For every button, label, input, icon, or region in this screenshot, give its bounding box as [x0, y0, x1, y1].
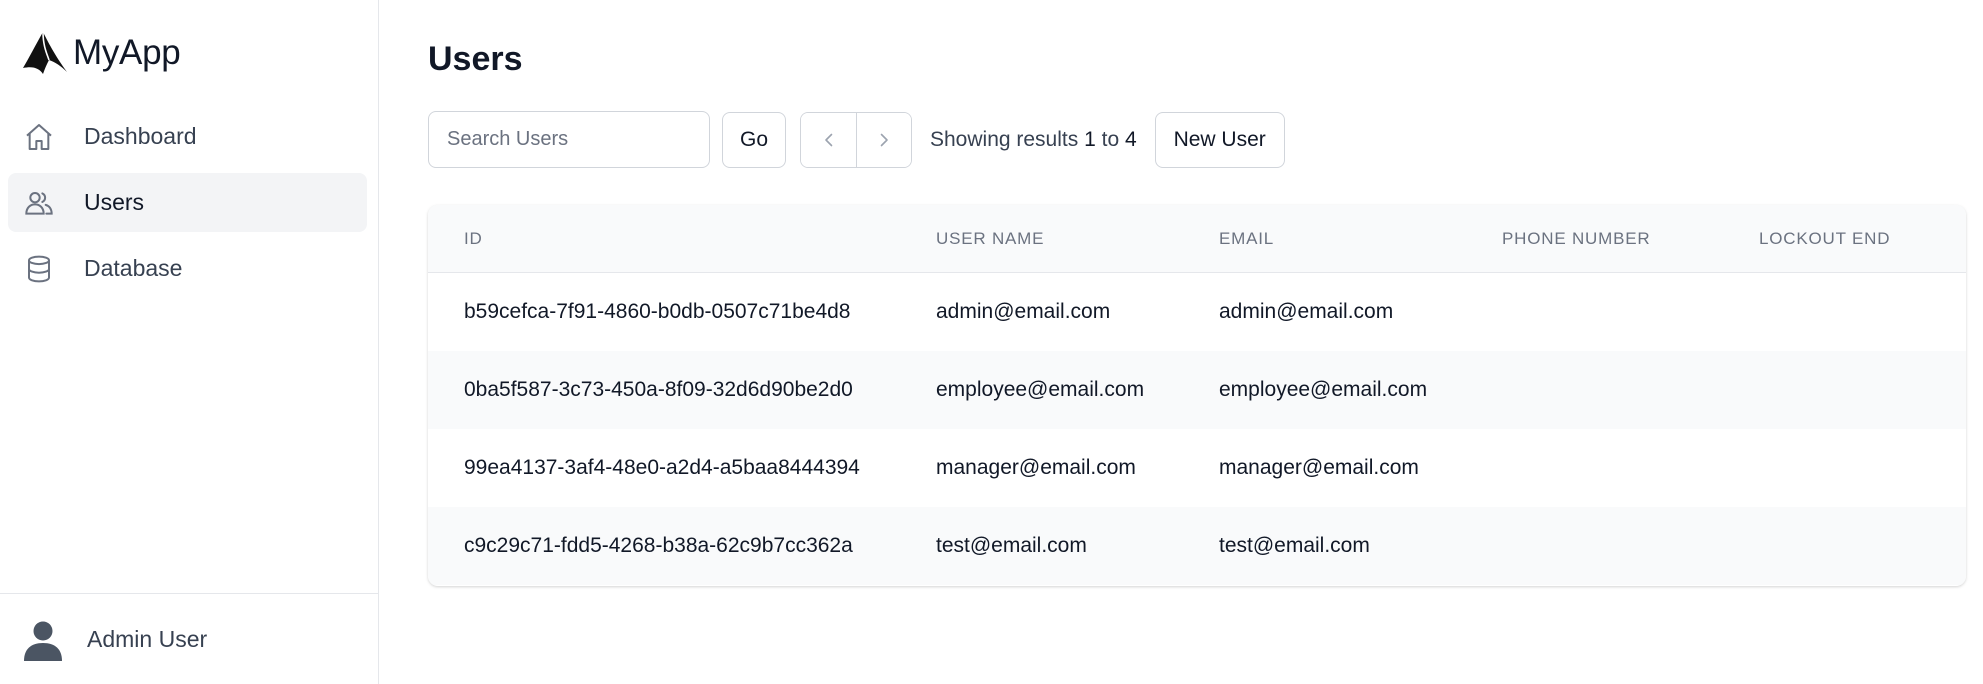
app-name: MyApp: [73, 33, 181, 72]
toolbar: Go Showing results 1 to 4 New User: [428, 111, 1928, 168]
cell-id: b59cefca-7f91-4860-b0db-0507c71be4d8: [464, 300, 851, 323]
cell-id: c9c29c71-fdd5-4268-b38a-62c9b7cc362a: [464, 534, 853, 557]
new-user-button[interactable]: New User: [1154, 111, 1285, 168]
users-icon: [23, 187, 55, 219]
results-from: 1: [1084, 127, 1096, 151]
cell-user-name: test@email.com: [936, 534, 1087, 557]
column-header-email: EMAIL: [1219, 229, 1275, 248]
results-to: 4: [1124, 127, 1137, 151]
sidebar-item-database[interactable]: Database: [8, 239, 367, 298]
chevron-right-icon: [880, 133, 888, 146]
table-row[interactable]: 0ba5f587-3c73-450a-8f09-32d6d90be2d0 emp…: [428, 351, 1966, 429]
sidebar-item-label: Users: [84, 189, 145, 215]
sidebar-nav: Dashboard Users Database: [8, 107, 367, 305]
sidebar-item-dashboard[interactable]: Dashboard: [8, 107, 367, 166]
sidebar: MyApp Dashboard Users Database Admin Use…: [0, 0, 379, 684]
cell-email: test@email.com: [1219, 534, 1370, 557]
table-row[interactable]: b59cefca-7f91-4860-b0db-0507c71be4d8 adm…: [428, 273, 1966, 351]
column-header-phone-number: PHONE NUMBER: [1502, 229, 1651, 248]
cell-id: 99ea4137-3af4-48e0-a2d4-a5baa8444394: [464, 456, 860, 479]
home-icon: [23, 121, 55, 153]
column-header-lockout-end: LOCKOUT END: [1759, 229, 1891, 248]
go-button[interactable]: Go: [722, 111, 786, 168]
cell-user-name: admin@email.com: [936, 300, 1111, 323]
cell-email: admin@email.com: [1219, 300, 1394, 323]
chevron-left-icon: [824, 133, 832, 146]
cell-user-name: manager@email.com: [936, 456, 1136, 479]
cell-email: manager@email.com: [1219, 456, 1419, 479]
cell-email: employee@email.com: [1219, 378, 1428, 401]
pagination: [800, 111, 912, 168]
search-input[interactable]: [428, 111, 710, 168]
app-logo-icon: [23, 31, 67, 74]
column-header-user-name: USER NAME: [936, 229, 1045, 248]
sidebar-item-users[interactable]: Users: [8, 173, 367, 232]
page-title: Users: [428, 40, 523, 78]
sidebar-item-label: Dashboard: [84, 123, 197, 149]
users-table: ID USER NAME EMAIL PHONE NUMBER LOCKOUT …: [428, 205, 1966, 586]
results-prefix: Showing results: [930, 127, 1079, 151]
database-icon: [23, 253, 55, 285]
results-separator: to: [1101, 127, 1120, 151]
results-summary: Showing results 1 to 4: [930, 128, 1137, 152]
brand[interactable]: MyApp: [21, 30, 181, 76]
next-page-button[interactable]: [856, 112, 911, 167]
previous-page-button[interactable]: [801, 112, 856, 167]
sidebar-item-label: Database: [84, 255, 183, 281]
user-avatar-icon: [24, 621, 62, 661]
cell-id: 0ba5f587-3c73-450a-8f09-32d6d90be2d0: [464, 378, 853, 401]
user-name: Admin User: [87, 625, 208, 652]
table-header: ID USER NAME EMAIL PHONE NUMBER LOCKOUT …: [428, 205, 1966, 273]
user-profile[interactable]: Admin User: [0, 593, 378, 684]
cell-user-name: employee@email.com: [936, 378, 1145, 401]
column-header-id: ID: [464, 229, 483, 248]
table-row[interactable]: 99ea4137-3af4-48e0-a2d4-a5baa8444394 man…: [428, 429, 1966, 507]
table-row[interactable]: c9c29c71-fdd5-4268-b38a-62c9b7cc362a tes…: [428, 507, 1966, 585]
